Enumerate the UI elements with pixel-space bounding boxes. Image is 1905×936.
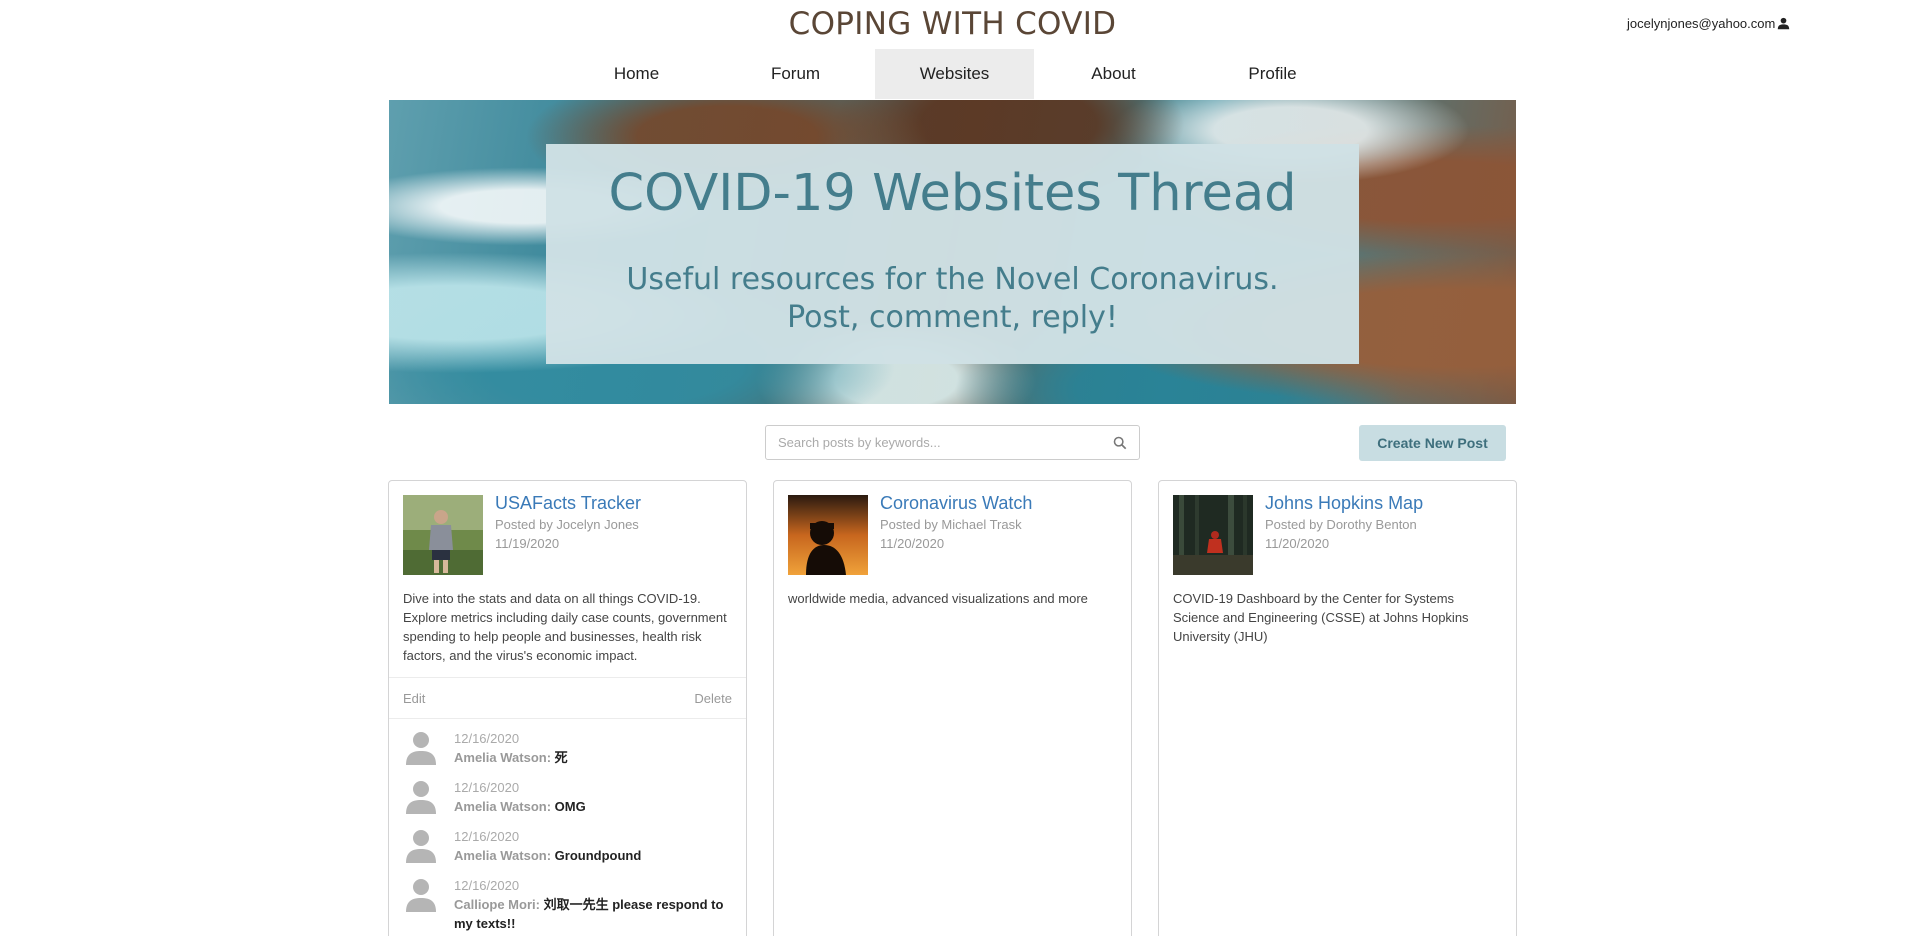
comment-author: Calliope Mori:: [454, 897, 540, 912]
comment-item: 12/16/2020 Calliope Mori: 刘取一先生 please r…: [403, 876, 732, 933]
search-input[interactable]: [778, 435, 1113, 450]
post-title-link[interactable]: Coronavirus Watch: [880, 493, 1032, 514]
post-thumbnail[interactable]: [1173, 495, 1253, 575]
comment-text: 死: [554, 750, 568, 765]
nav-profile[interactable]: Profile: [1193, 49, 1352, 99]
hero-subtitle-line-2: Post, comment, reply!: [787, 300, 1118, 335]
comment-date: 12/16/2020: [454, 731, 520, 746]
edit-link[interactable]: Edit: [403, 691, 425, 706]
comment-item: 12/16/2020 Amelia Watson: OMG: [403, 778, 732, 816]
user-email[interactable]: jocelynjones@yahoo.com: [1627, 16, 1775, 31]
post-date: 11/20/2020: [1265, 536, 1330, 551]
comment-body: 12/16/2020 Amelia Watson: OMG: [454, 778, 586, 816]
user-account[interactable]: jocelynjones@yahoo.com: [1627, 16, 1790, 31]
comment-text: OMG: [554, 799, 586, 814]
site-title: COPING WITH COVID: [788, 6, 1117, 42]
post-date: 11/19/2020: [495, 536, 560, 551]
comment-date: 12/16/2020: [454, 829, 520, 844]
post-title-link[interactable]: Johns Hopkins Map: [1265, 493, 1423, 514]
nav-home[interactable]: Home: [557, 49, 716, 99]
comment-item: 12/16/2020 Amelia Watson: Groundpound: [403, 827, 732, 865]
post-description: Dive into the stats and data on all thin…: [403, 591, 727, 663]
comment-author: Amelia Watson:: [454, 799, 552, 814]
post-author: Posted by Michael Trask: [880, 517, 1022, 532]
hero-banner: COVID-19 Websites Thread Useful resource…: [389, 100, 1516, 404]
main-nav: Home Forum Websites About Profile: [557, 49, 1352, 99]
post-header: USAFacts Tracker Posted by Jocelyn Jones…: [389, 481, 746, 575]
nav-websites[interactable]: Websites: [875, 49, 1034, 99]
comment-author: Amelia Watson:: [454, 750, 552, 765]
post-actions: Edit Delete: [389, 677, 746, 719]
search-box[interactable]: [765, 425, 1140, 460]
post-author: Posted by Dorothy Benton: [1265, 517, 1417, 532]
comment-author: Amelia Watson:: [454, 848, 552, 863]
nav-forum[interactable]: Forum: [716, 49, 875, 99]
post-thumbnail[interactable]: [403, 495, 483, 575]
post-description: worldwide media, advanced visualizations…: [788, 591, 1088, 606]
search-icon[interactable]: [1113, 436, 1127, 450]
post-date: 11/20/2020: [880, 536, 945, 551]
comment-date: 12/16/2020: [454, 780, 520, 795]
post-header: Johns Hopkins Map Posted by Dorothy Bent…: [1159, 481, 1516, 575]
comment-item: 12/16/2020 Amelia Watson: 死: [403, 729, 732, 767]
create-new-post-button[interactable]: Create New Post: [1359, 425, 1506, 461]
comment-list: 12/16/2020 Amelia Watson: 死 12/16/2020 A…: [389, 719, 746, 936]
post-header: Coronavirus Watch Posted by Michael Tras…: [774, 481, 1131, 575]
post-description: COVID-19 Dashboard by the Center for Sys…: [1173, 591, 1469, 644]
hero-subtitle: Useful resources for the Novel Coronavir…: [546, 261, 1359, 337]
comment-date: 12/16/2020: [454, 878, 520, 893]
post-title-link[interactable]: USAFacts Tracker: [495, 493, 641, 514]
post-card: Johns Hopkins Map Posted by Dorothy Bent…: [1158, 480, 1517, 936]
user-icon[interactable]: [1777, 17, 1790, 30]
delete-link[interactable]: Delete: [694, 691, 732, 706]
comment-body: 12/16/2020 Amelia Watson: Groundpound: [454, 827, 641, 865]
post-thumbnail[interactable]: [788, 495, 868, 575]
hero-subtitle-line-1: Useful resources for the Novel Coronavir…: [626, 262, 1279, 297]
post-card: USAFacts Tracker Posted by Jocelyn Jones…: [388, 480, 747, 936]
nav-about[interactable]: About: [1034, 49, 1193, 99]
post-author: Posted by Jocelyn Jones: [495, 517, 639, 532]
comment-text: Groundpound: [554, 848, 642, 863]
hero-title: COVID-19 Websites Thread: [608, 164, 1297, 223]
avatar-icon: [406, 879, 436, 912]
post-card: Coronavirus Watch Posted by Michael Tras…: [773, 480, 1132, 936]
avatar-icon: [406, 732, 436, 765]
avatar-icon: [406, 781, 436, 814]
avatar-icon: [406, 830, 436, 863]
comment-body: 12/16/2020 Amelia Watson: 死: [454, 729, 568, 767]
hero-text-box: COVID-19 Websites Thread Useful resource…: [546, 144, 1359, 364]
comment-body: 12/16/2020 Calliope Mori: 刘取一先生 please r…: [454, 876, 732, 933]
